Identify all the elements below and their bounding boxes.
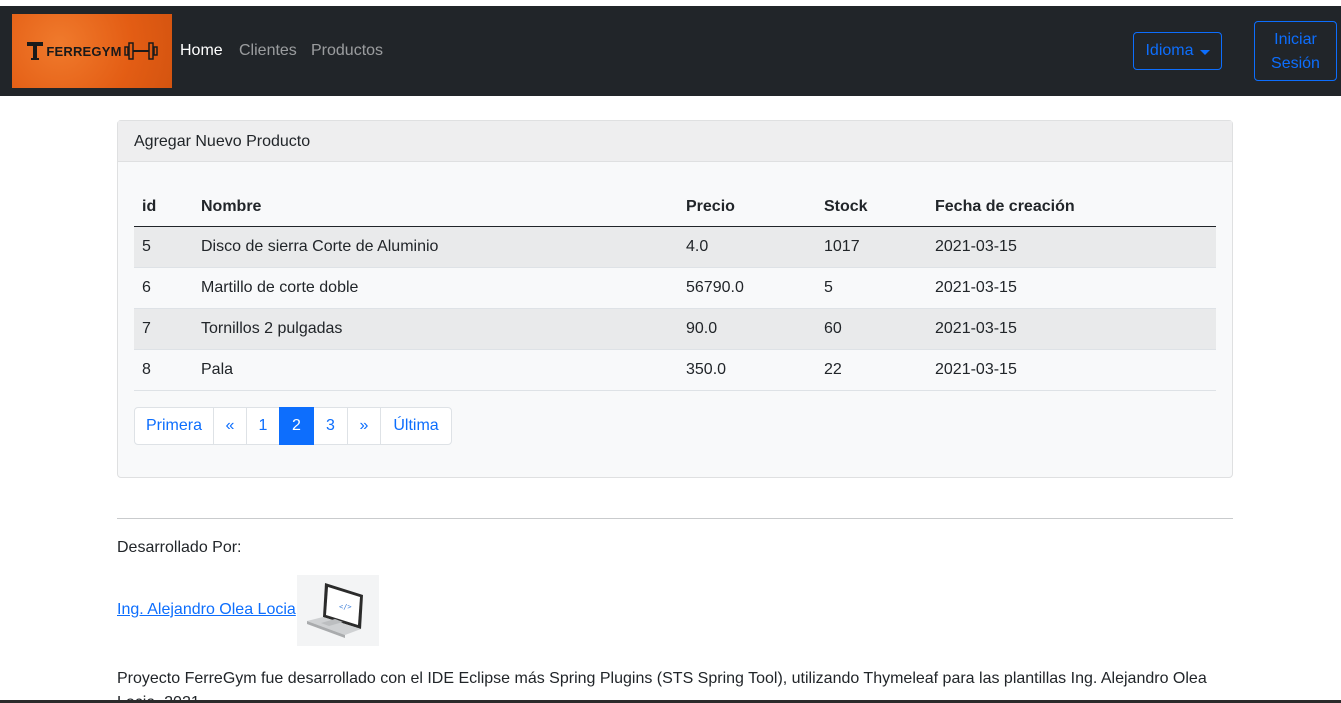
page-previous[interactable]: «: [213, 407, 247, 445]
cell-stock: 60: [824, 320, 842, 337]
cell-nombre: Tornillos 2 pulgadas: [201, 320, 343, 337]
developed-by-label: Desarrollado Por:: [117, 539, 242, 556]
login-button[interactable]: Iniciar Sesión: [1254, 21, 1337, 81]
pagination: Primera « 1 2 3 » Última: [134, 407, 452, 445]
page-last[interactable]: Última: [380, 407, 452, 445]
cell-precio: 350.0: [686, 361, 727, 378]
add-product-link[interactable]: Agregar Nuevo Producto: [118, 121, 1232, 162]
svg-text:</>: </>: [339, 603, 352, 611]
cell-stock: 1017: [824, 238, 860, 255]
cell-stock: 22: [824, 361, 842, 378]
nav-link-productos[interactable]: Productos: [311, 42, 383, 60]
developer-link[interactable]: Ing. Alejandro Olea Locia: [117, 601, 296, 619]
nav-link-home[interactable]: Home: [180, 42, 223, 60]
cell-id: 5: [142, 238, 151, 255]
column-header-fecha: Fecha de creación: [935, 198, 1075, 215]
laptop-icon: </>: [297, 575, 379, 646]
login-button-line1: Iniciar: [1274, 31, 1317, 48]
column-header-stock: Stock: [824, 198, 868, 215]
cell-nombre: Martillo de corte doble: [201, 279, 359, 296]
cell-precio: 90.0: [686, 320, 718, 337]
column-header-id: id: [142, 198, 157, 215]
page-3[interactable]: 3: [313, 407, 348, 445]
page-first[interactable]: Primera: [134, 407, 214, 445]
page-2[interactable]: 2: [279, 407, 314, 445]
cell-id: 8: [142, 361, 151, 378]
cell-id: 6: [142, 279, 151, 296]
table-header-row: id Nombre Precio Stock Fecha de creación: [134, 186, 1216, 227]
cell-stock: 5: [824, 279, 833, 296]
nav-link-clientes[interactable]: Clientes: [239, 42, 297, 60]
column-header-precio: Precio: [686, 198, 735, 215]
cell-fecha: 2021-03-15: [935, 361, 1017, 378]
cell-id: 7: [142, 320, 151, 337]
navbar: FERREGYM Home Clientes Productos Idioma …: [0, 6, 1341, 96]
footer-description: Proyecto FerreGym fue desarrollado con e…: [117, 670, 1207, 703]
table-row: 5 Disco de sierra Corte de Aluminio 4.0 …: [134, 227, 1216, 268]
page-1[interactable]: 1: [246, 407, 280, 445]
products-table: id Nombre Precio Stock Fecha de creación…: [134, 186, 1216, 391]
footer-divider: [117, 518, 1233, 519]
cell-fecha: 2021-03-15: [935, 238, 1017, 255]
cell-fecha: 2021-03-15: [935, 279, 1017, 296]
dumbbell-icon: [123, 42, 158, 60]
page-next[interactable]: »: [347, 407, 381, 445]
brand-text: FERREGYM: [46, 43, 122, 59]
brand-logo[interactable]: FERREGYM: [12, 14, 172, 88]
products-card: Agregar Nuevo Producto id Nombre Precio …: [117, 120, 1233, 478]
language-button-label: Idioma: [1145, 42, 1194, 59]
cell-nombre: Pala: [201, 361, 234, 378]
cell-precio: 4.0: [686, 238, 709, 255]
language-dropdown-button[interactable]: Idioma: [1133, 32, 1222, 70]
table-row: 6 Martillo de corte doble 56790.0 5 2021…: [134, 268, 1216, 309]
wrench-icon: [27, 42, 44, 60]
column-header-nombre: Nombre: [201, 198, 262, 215]
cell-precio: 56790.0: [686, 279, 744, 296]
cell-fecha: 2021-03-15: [935, 320, 1017, 337]
table-row: 8 Pala 350.0 22 2021-03-15: [134, 350, 1216, 391]
login-button-line2: Sesión: [1271, 55, 1320, 72]
table-row: 7 Tornillos 2 pulgadas 90.0 60 2021-03-1…: [134, 309, 1216, 350]
caret-down-icon: [1199, 49, 1210, 55]
cell-nombre: Disco de sierra Corte de Aluminio: [201, 238, 439, 255]
